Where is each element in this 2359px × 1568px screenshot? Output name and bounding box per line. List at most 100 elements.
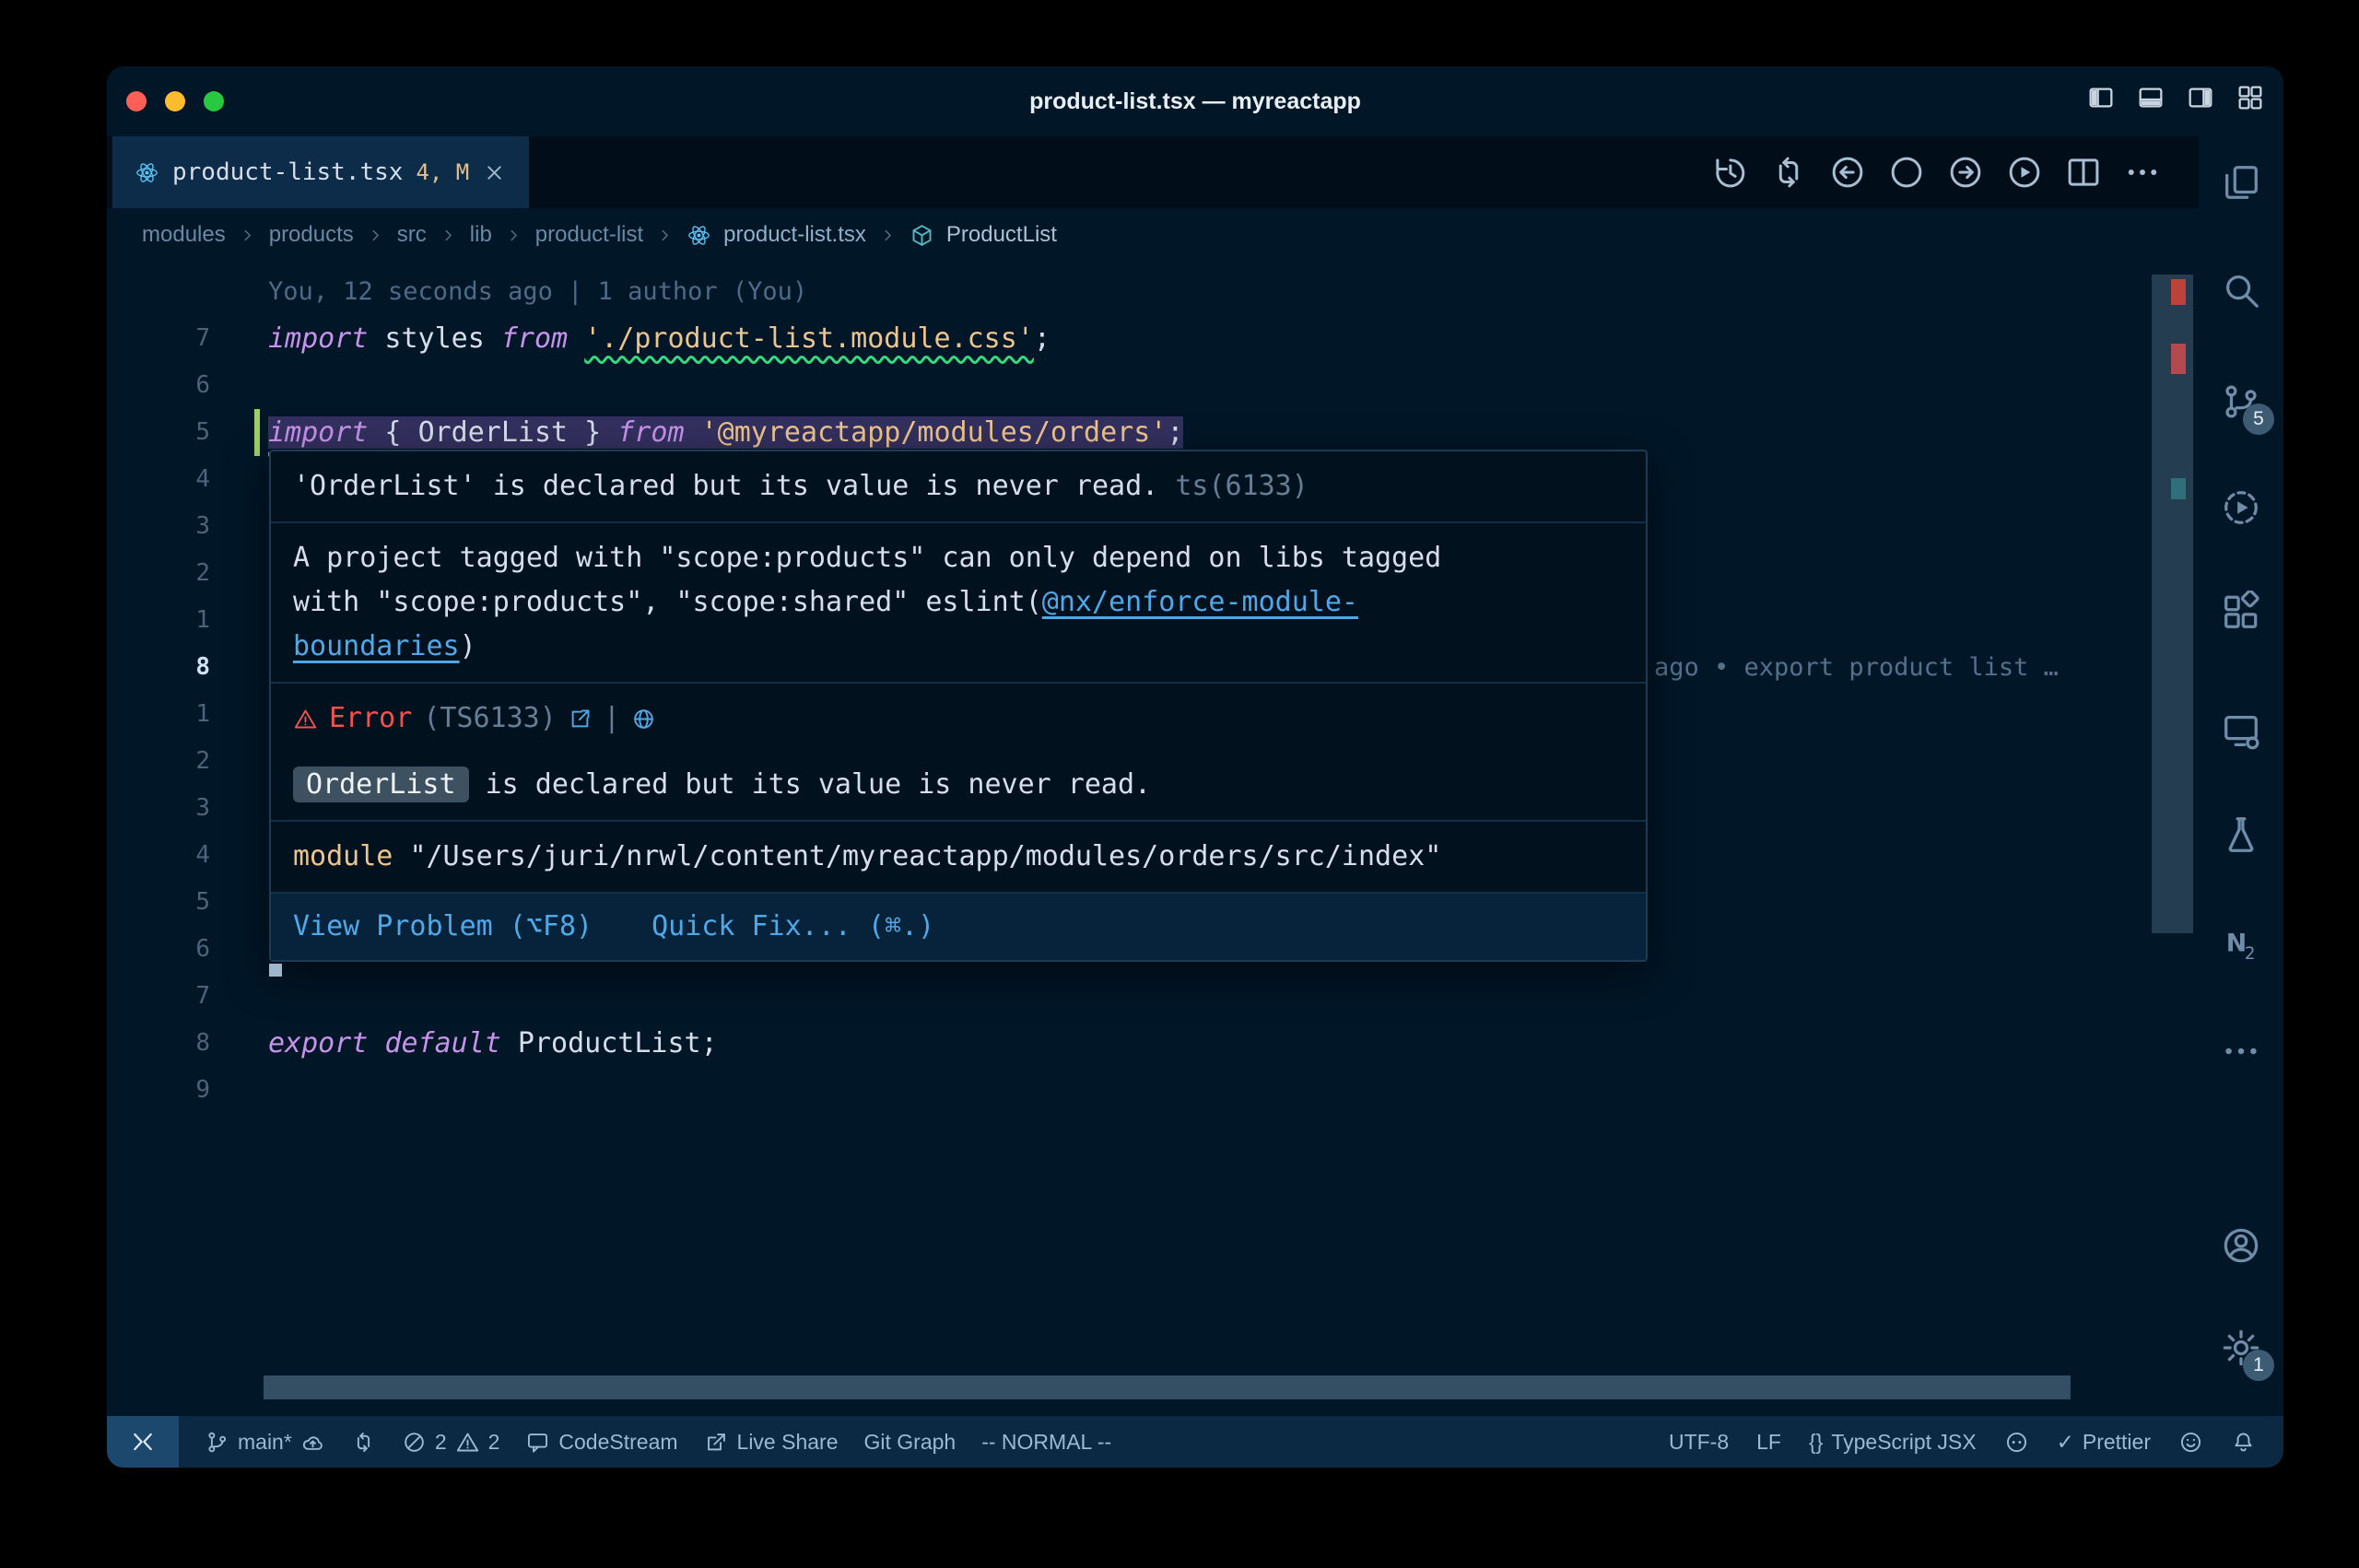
remote-indicator[interactable] [107, 1416, 179, 1468]
warning-count: 2 [488, 1430, 500, 1455]
symbol-class-icon [910, 223, 934, 248]
cloud-upload-icon [300, 1430, 325, 1455]
severity-code: (TS6133) [423, 696, 557, 741]
gitlens-blame-annotation: You, 12 seconds ago | 1 author (You) [268, 268, 807, 315]
code-editor[interactable]: 76543218123456789 You, 12 seconds ago | … [107, 262, 2199, 1416]
globe-icon [631, 707, 656, 731]
external-link-icon [568, 707, 593, 731]
panel-left-icon [2086, 83, 2116, 112]
tab-modified-badge: 4, M [416, 159, 469, 185]
prettier-status[interactable]: ✓ Prettier [2057, 1430, 2151, 1455]
vim-mode-status[interactable]: -- NORMAL -- [981, 1430, 1111, 1455]
quick-fix-link[interactable]: Quick Fix... (⌘.) [651, 905, 934, 949]
sidebar-item-testing[interactable] [2212, 805, 2271, 864]
navigate-forward-button[interactable] [1946, 153, 1985, 192]
feedback-status[interactable] [2178, 1430, 2203, 1455]
play-circle-icon [2005, 153, 2044, 192]
warning-triangle-icon [293, 707, 318, 731]
compare-status[interactable] [351, 1430, 376, 1455]
breadcrumb-item-product-list[interactable]: product-list [535, 222, 643, 248]
chevron-right-icon [878, 226, 898, 245]
keyword-export: export [268, 1027, 368, 1059]
hover-eslint-diagnostic: A project tagged with "scope:products" c… [271, 523, 1646, 684]
line-number: 6 [107, 362, 264, 409]
feedback-smiley-icon [2178, 1430, 2203, 1455]
language-status[interactable]: {} TypeScript JSX [1809, 1430, 1977, 1455]
live-share-status[interactable]: Live Share [704, 1430, 839, 1455]
sidebar-item-account[interactable] [2212, 1216, 2271, 1275]
open-error-page-link[interactable] [568, 707, 593, 731]
orders-module-string: '@myreactapp/modules/orders' [701, 416, 1168, 449]
cursor-position-button[interactable] [1887, 153, 1926, 192]
sidebar-item-search[interactable] [2212, 261, 2271, 320]
overview-ruler-info-mark [2171, 478, 2186, 499]
encoding-status[interactable]: UTF-8 [1669, 1430, 1729, 1455]
line-number: 5 [107, 409, 264, 456]
notifications-bell[interactable] [2231, 1430, 2256, 1455]
breadcrumb-item-lib[interactable]: lib [470, 222, 492, 248]
sidebar-item-run-debug[interactable] [2212, 478, 2271, 537]
sidebar-item-more-views[interactable] [2212, 1022, 2271, 1081]
run-file-button[interactable] [2005, 153, 2044, 192]
extensions-icon [2220, 591, 2262, 633]
screenshot-root: { "window": { "title": "product-list.tsx… [0, 0, 2359, 1568]
copilot-status[interactable] [2004, 1430, 2029, 1455]
sidebar-item-extensions[interactable] [2212, 582, 2271, 641]
git-graph-status[interactable]: Git Graph [864, 1430, 957, 1455]
line-number-gutter: 76543218123456789 [107, 315, 264, 1114]
line-number: 5 [107, 879, 264, 926]
sidebar-item-explorer[interactable] [2212, 153, 2271, 212]
problems-status[interactable]: 2 2 [402, 1430, 500, 1455]
tab-product-list[interactable]: product-list.tsx 4, M [112, 136, 529, 208]
search-icon [2220, 269, 2262, 311]
line-number: 2 [107, 550, 264, 597]
branch-status[interactable]: main* [205, 1430, 325, 1455]
hover-resize-grip[interactable] [269, 964, 282, 977]
breadcrumb-item-modules[interactable]: modules [142, 222, 226, 248]
search-web-link[interactable] [631, 707, 656, 731]
bell-icon [2231, 1430, 2256, 1455]
braces-icon: {} [1809, 1430, 1823, 1455]
sidebar-item-remote-explorer[interactable] [2212, 701, 2271, 760]
beaker-icon [2220, 813, 2262, 856]
warning-triangle-icon [455, 1430, 480, 1455]
share-icon [704, 1430, 729, 1455]
eol-status[interactable]: LF [1756, 1430, 1781, 1455]
toggle-panel-button[interactable] [2136, 83, 2165, 112]
codestream-status[interactable]: CodeStream [525, 1430, 677, 1455]
history-icon [1710, 153, 1749, 192]
account-icon [2220, 1224, 2262, 1267]
horizontal-scrollbar[interactable] [264, 1375, 2071, 1399]
layout-grid-icon [2236, 83, 2265, 112]
error-count: 2 [435, 1430, 447, 1455]
customize-layout-button[interactable] [2236, 83, 2265, 112]
toggle-sidebar-button[interactable] [2086, 83, 2116, 112]
sidebar-item-source-control[interactable]: 5 [2212, 372, 2271, 431]
files-icon [2220, 161, 2262, 204]
breadcrumb-item-file[interactable]: product-list.tsx [723, 222, 866, 248]
git-change-indicator [254, 409, 260, 456]
hover-widget: 'OrderList' is declared but its value is… [269, 450, 1648, 962]
split-editor-button[interactable] [2064, 153, 2103, 192]
inline-blame-annotation: ago • export product list … [1654, 644, 2059, 691]
breadcrumb-item-products[interactable]: products [269, 222, 354, 248]
chevron-right-icon [439, 226, 458, 245]
compare-changes-button[interactable] [1769, 153, 1808, 192]
more-actions-button[interactable] [2123, 153, 2162, 192]
chevron-right-icon [504, 226, 523, 245]
code-line-export-default: export default ProductList; [268, 1020, 718, 1067]
timeline-button[interactable] [1710, 153, 1749, 192]
sidebar-item-nx-console[interactable] [2212, 914, 2271, 973]
view-problem-link[interactable]: View Problem (⌥F8) [293, 905, 593, 949]
breadcrumb-item-symbol[interactable]: ProductList [946, 222, 1057, 248]
sidebar-item-settings[interactable]: 1 [2212, 1318, 2271, 1377]
split-editor-icon [2064, 153, 2103, 192]
overview-ruler-error-mark [2171, 279, 2186, 305]
settings-badge: 1 [2243, 1350, 2274, 1381]
navigate-back-button[interactable] [1828, 153, 1867, 192]
orderlist-chip: OrderList [293, 766, 469, 802]
breadcrumb-item-src[interactable]: src [397, 222, 427, 248]
close-tab-button[interactable] [482, 160, 507, 185]
toggle-secondary-sidebar-button[interactable] [2186, 83, 2215, 112]
ellipsis-icon [2123, 153, 2162, 192]
